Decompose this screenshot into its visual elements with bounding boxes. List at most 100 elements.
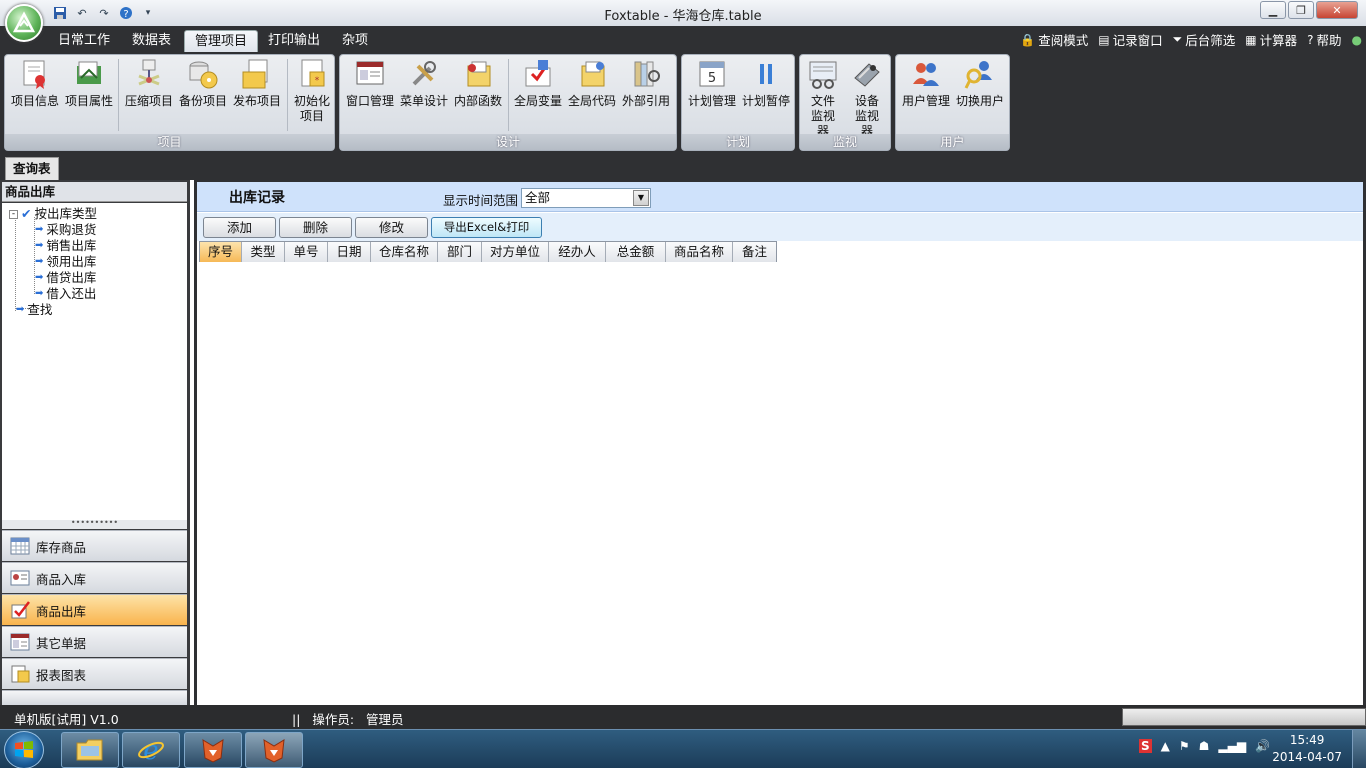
- status-progress-area: [1122, 708, 1366, 726]
- column-header[interactable]: 对方单位: [482, 242, 549, 262]
- compress-icon: [138, 59, 160, 86]
- tree-node-loan-outbound[interactable]: ➡ 借贷出库: [35, 270, 96, 286]
- ribbon-group-project: 项目信息 项目属性 压缩项目 备份项目 发布项目 * 初始化项目 项目: [4, 54, 335, 151]
- background-filter-button[interactable]: ⏷ 后台筛选: [1173, 30, 1236, 49]
- close-button[interactable]: ✕: [1316, 1, 1358, 19]
- tree-node-purchase-return[interactable]: ➡ 采购退货: [35, 222, 96, 238]
- pane-splitter[interactable]: ••••••••••: [2, 519, 187, 529]
- add-button[interactable]: 添加: [203, 217, 276, 238]
- checklist-icon: [10, 601, 30, 619]
- tab-query-table[interactable]: 查询表: [5, 157, 59, 180]
- tab-misc[interactable]: 杂项: [332, 30, 378, 52]
- nav-reports-charts[interactable]: 报表图表: [2, 658, 187, 689]
- ribbon-right-menu: 🔒 查阅模式 ▤ 记录窗口 ⏷ 后台筛选 ▦ 计算器 ? 帮助 ●: [1020, 30, 1366, 49]
- tab-print-output[interactable]: 打印输出: [258, 30, 330, 52]
- users-icon[interactable]: ●: [1352, 30, 1366, 49]
- tree-node-search[interactable]: ➡ 查找: [16, 302, 52, 318]
- switch-user-button[interactable]: 切换用户: [953, 58, 1007, 109]
- column-header[interactable]: 序号: [200, 242, 242, 262]
- title-bar: ↶ ↷ ? ▾ Foxtable - 华海仓库.table ▁ ❐ ✕: [0, 0, 1366, 26]
- start-button[interactable]: [4, 731, 44, 768]
- delete-button[interactable]: 删除: [279, 217, 352, 238]
- column-header[interactable]: 单号: [285, 242, 328, 262]
- column-header[interactable]: 日期: [328, 242, 371, 262]
- menu-design-button[interactable]: 菜单设计: [397, 58, 451, 109]
- pause-icon: [760, 64, 772, 84]
- outbound-type-tree: - ✔ 按出库类型 ➡ 采购退货 ➡ 销售出库 ➡ 领用出库 ➡ 借贷出库 ➡ 借入还出 …: [2, 203, 187, 520]
- global-code-button[interactable]: 全局代码: [565, 58, 619, 109]
- device-monitor-button[interactable]: 设备监视器: [844, 58, 890, 139]
- show-hidden-icons[interactable]: ▲: [1161, 739, 1170, 753]
- nav-inventory-goods[interactable]: 库存商品: [2, 530, 187, 561]
- maximize-button[interactable]: ❐: [1288, 1, 1314, 19]
- tray-app-icon[interactable]: ☗: [1199, 739, 1210, 753]
- tree-node-borrow-return[interactable]: ➡ 借入还出: [35, 286, 96, 302]
- tab-manage-project[interactable]: 管理项目: [184, 30, 259, 52]
- tree-node-requisition-outbound[interactable]: ➡ 领用出库: [35, 254, 96, 270]
- network-icon[interactable]: ▂▄▆: [1218, 739, 1246, 753]
- column-header[interactable]: 商品名称: [666, 242, 733, 262]
- ribbon-tab-bar: 日常工作 数据表 管理项目 打印输出 杂项 🔒 查阅模式 ▤ 记录窗口 ⏷ 后台筛选 …: [0, 26, 1366, 52]
- nav-overflow[interactable]: [2, 690, 187, 705]
- action-center-icon[interactable]: ⚑: [1179, 739, 1190, 753]
- publish-project-button[interactable]: 发布项目: [230, 58, 284, 109]
- outbound-records-panel: 出库记录 显示时间范围 全部 ▼ 添加 删除 修改 导出Excel&打印 序号 …: [197, 182, 1363, 705]
- tab-daily-work[interactable]: 日常工作: [48, 30, 120, 52]
- app-menu-button[interactable]: [5, 4, 43, 42]
- tree-node-root[interactable]: - ✔ 按出库类型: [9, 206, 97, 222]
- backup-disk-icon: [189, 61, 218, 89]
- volume-icon[interactable]: 🔊: [1255, 739, 1270, 753]
- edit-button[interactable]: 修改: [355, 217, 428, 238]
- time-range-select[interactable]: 全部 ▼: [521, 188, 651, 208]
- plan-pause-button[interactable]: 计划暂停: [739, 58, 793, 109]
- collapse-box-icon[interactable]: -: [9, 209, 18, 219]
- nav-goods-inbound[interactable]: 商品入库: [2, 562, 187, 593]
- external-references-button[interactable]: 外部引用: [619, 58, 673, 109]
- taskbar-explorer[interactable]: [61, 732, 119, 768]
- show-desktop-button[interactable]: [1352, 730, 1366, 768]
- tree-node-sales-outbound[interactable]: ➡ 销售出库: [35, 238, 96, 254]
- arrow-right-icon: ➡: [35, 240, 44, 251]
- internal-functions-button[interactable]: 内部函数: [451, 58, 505, 109]
- plan-manage-button[interactable]: 5 计划管理: [685, 58, 739, 109]
- initialize-project-button[interactable]: * 初始化项目: [285, 58, 339, 124]
- project-info-button[interactable]: 项目信息: [8, 58, 62, 109]
- column-header[interactable]: 仓库名称: [371, 242, 438, 262]
- help-button[interactable]: ? 帮助: [1307, 30, 1341, 49]
- taskbar-ie[interactable]: e: [122, 732, 180, 768]
- taskbar-clock[interactable]: 15:49 2014-04-07: [1272, 732, 1342, 766]
- window-manage-button[interactable]: 窗口管理: [343, 58, 397, 109]
- query-mode-button[interactable]: 🔒 查阅模式: [1020, 30, 1088, 49]
- global-variables-button[interactable]: 全局变量: [511, 58, 565, 109]
- export-excel-print-button[interactable]: 导出Excel&打印: [431, 217, 542, 238]
- input-method-icon[interactable]: S: [1138, 739, 1152, 753]
- project-properties-button[interactable]: 项目属性: [62, 58, 116, 109]
- record-window-button[interactable]: ▤ 记录窗口: [1098, 30, 1162, 49]
- arrow-right-icon: ➡: [35, 224, 44, 235]
- user-manage-button[interactable]: 用户管理: [899, 58, 953, 109]
- ribbon-group-user: 用户管理 切换用户 用户: [895, 54, 1010, 151]
- column-header[interactable]: 备注: [733, 242, 776, 262]
- report-icon: [10, 665, 30, 683]
- calculator-button[interactable]: ▦ 计算器: [1245, 30, 1297, 49]
- nav-other-documents[interactable]: 其它单据: [2, 626, 187, 657]
- global-variable-icon: [525, 60, 551, 87]
- file-monitor-icon: [809, 61, 837, 89]
- column-header[interactable]: 类型: [242, 242, 285, 262]
- chevron-down-icon[interactable]: ▼: [633, 190, 649, 206]
- tab-data-table[interactable]: 数据表: [122, 30, 181, 52]
- column-header[interactable]: 经办人: [549, 242, 606, 262]
- minimize-button[interactable]: ▁: [1260, 1, 1286, 19]
- properties-icon: [77, 61, 101, 84]
- file-monitor-button[interactable]: 文件监视器: [800, 58, 846, 139]
- pane-title: 商品出库: [2, 182, 187, 202]
- column-header[interactable]: 部门: [438, 242, 482, 262]
- compress-project-button[interactable]: 压缩项目: [122, 58, 176, 109]
- taskbar-foxtable-1[interactable]: [184, 732, 242, 768]
- nav-goods-outbound[interactable]: 商品出库: [2, 594, 187, 625]
- tools-icon: [412, 61, 436, 86]
- taskbar-foxtable-2[interactable]: [245, 732, 303, 768]
- check-icon: ✔: [21, 206, 32, 221]
- column-header[interactable]: 总金额: [606, 242, 666, 262]
- backup-project-button[interactable]: 备份项目: [176, 58, 230, 109]
